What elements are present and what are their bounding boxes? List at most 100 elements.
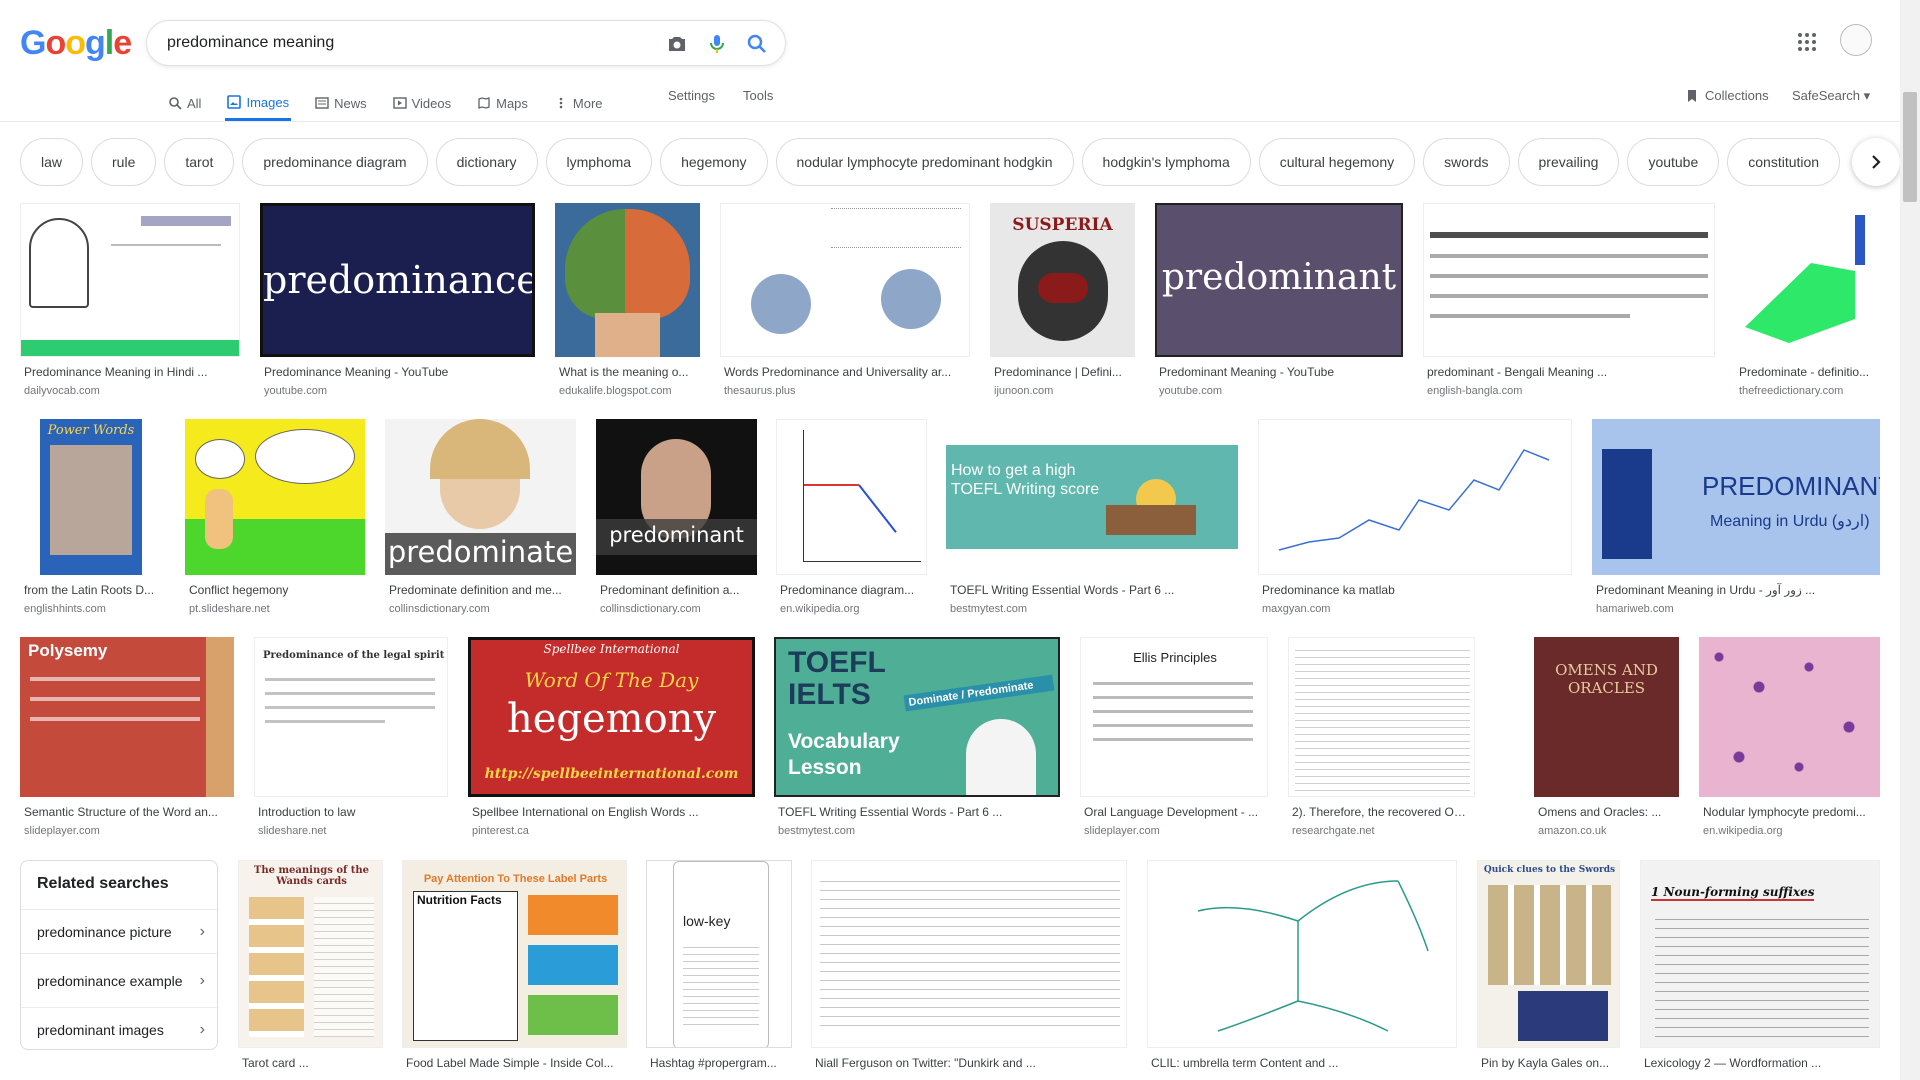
image-result[interactable]: predominant Predominant definition a... … bbox=[596, 419, 757, 619]
chip[interactable]: law bbox=[20, 138, 84, 186]
image-result[interactable]: What is the meaning o... edukalife.blogs… bbox=[555, 203, 700, 403]
image-source[interactable]: collinsdictionary.com bbox=[389, 603, 574, 615]
image-result[interactable]: predominant - Bengali Meaning ... englis… bbox=[1423, 203, 1715, 403]
image-title[interactable]: Semantic Structure of the Word an... bbox=[24, 805, 232, 819]
image-thumbnail[interactable] bbox=[555, 203, 700, 357]
image-title[interactable]: Predominance Meaning - YouTube bbox=[264, 365, 533, 379]
page-scrollbar[interactable] bbox=[1900, 0, 1920, 1080]
image-thumbnail[interactable]: 1 Noun-forming suffixes bbox=[1640, 860, 1880, 1048]
image-result[interactable]: The meanings of the Wands cards Tarot ca… bbox=[238, 860, 383, 1080]
related-search-item[interactable]: predominance example › bbox=[21, 953, 219, 1007]
image-result[interactable]: predominant Predominant Meaning - YouTub… bbox=[1155, 203, 1403, 403]
image-thumbnail[interactable] bbox=[811, 860, 1127, 1048]
image-title[interactable]: TOEFL Writing Essential Words - Part 6 .… bbox=[950, 583, 1236, 597]
safesearch-dropdown[interactable]: SafeSearch ▾ bbox=[1792, 88, 1870, 104]
image-thumbnail[interactable]: TOEFL IELTS Vocabulary Lesson Dominate /… bbox=[774, 637, 1060, 797]
image-source[interactable]: youtube.com bbox=[1159, 385, 1401, 397]
image-title[interactable]: TOEFL Writing Essential Words - Part 6 .… bbox=[778, 805, 1058, 819]
image-source[interactable]: bestmytest.com bbox=[950, 603, 1236, 615]
tools-link[interactable]: Tools bbox=[743, 88, 773, 103]
search-icon[interactable] bbox=[745, 32, 769, 56]
image-title[interactable]: What is the meaning o... bbox=[559, 365, 698, 379]
image-thumbnail[interactable]: Polysemy bbox=[20, 637, 234, 797]
tab-all[interactable]: All bbox=[166, 88, 203, 118]
image-source[interactable]: pt.slideshare.net bbox=[189, 603, 363, 615]
image-thumbnail[interactable]: How to get a high TOEFL Writing score bbox=[946, 419, 1238, 575]
image-thumbnail[interactable]: OMENS AND ORACLES bbox=[1534, 637, 1679, 797]
image-source[interactable]: thesaurus.plus bbox=[724, 385, 968, 397]
image-source[interactable]: amazon.co.uk bbox=[1538, 825, 1677, 837]
image-result[interactable]: Niall Ferguson on Twitter: "Dunkirk and … bbox=[811, 860, 1127, 1080]
tab-videos[interactable]: Videos bbox=[391, 88, 454, 118]
image-result[interactable]: predominance Predominance Meaning - YouT… bbox=[260, 203, 535, 403]
image-thumbnail[interactable]: Power Words bbox=[20, 419, 165, 575]
image-result[interactable]: Pay Attention To These Label Parts Nutri… bbox=[402, 860, 627, 1080]
image-title[interactable]: Predominance Meaning in Hindi ... bbox=[24, 365, 238, 379]
image-thumbnail[interactable] bbox=[1735, 203, 1880, 357]
image-title[interactable]: Predominance ka matlab bbox=[1262, 583, 1570, 597]
image-thumbnail[interactable] bbox=[776, 419, 927, 575]
image-thumbnail[interactable] bbox=[20, 203, 240, 357]
image-result[interactable]: Predominance of the legal spirit Introdu… bbox=[254, 637, 448, 842]
image-source[interactable]: en.wikipedia.org bbox=[780, 603, 925, 615]
image-title[interactable]: Words Predominance and Universality ar..… bbox=[724, 365, 968, 379]
image-thumbnail[interactable]: Ellis Principles bbox=[1080, 637, 1268, 797]
image-source[interactable]: slideplayer.com bbox=[1084, 825, 1266, 837]
image-result[interactable]: Conflict hegemony pt.slideshare.net bbox=[185, 419, 365, 619]
image-result[interactable]: How to get a high TOEFL Writing score TO… bbox=[946, 419, 1238, 619]
image-title[interactable]: Predominant definition a... bbox=[600, 583, 755, 597]
image-result[interactable]: CLIL: umbrella term Content and ... bbox=[1147, 860, 1457, 1080]
image-thumbnail[interactable] bbox=[720, 203, 970, 357]
account-avatar[interactable] bbox=[1840, 24, 1872, 56]
image-result[interactable]: SUSPERIA Predominance | Defini... ijunoo… bbox=[990, 203, 1135, 403]
image-result[interactable]: Ellis Principles Oral Language Developme… bbox=[1080, 637, 1268, 842]
image-source[interactable]: en.wikipedia.org bbox=[1703, 825, 1878, 837]
image-title[interactable]: Predominance diagram... bbox=[780, 583, 925, 597]
chip[interactable]: predominance diagram bbox=[242, 138, 428, 186]
image-result[interactable]: Polysemy Semantic Structure of the Word … bbox=[20, 637, 234, 842]
image-title[interactable]: from the Latin Roots D... bbox=[24, 583, 163, 597]
image-source[interactable]: thefreedictionary.com bbox=[1739, 385, 1878, 397]
image-result[interactable]: Predominance diagram... en.wikipedia.org bbox=[776, 419, 927, 619]
image-title[interactable]: Omens and Oracles: ... bbox=[1538, 805, 1677, 819]
image-source[interactable]: slideplayer.com bbox=[24, 825, 232, 837]
image-thumbnail[interactable]: predominance bbox=[260, 203, 535, 357]
image-result[interactable]: OMENS AND ORACLES Omens and Oracles: ...… bbox=[1534, 637, 1679, 842]
image-result[interactable]: Predominance ka matlab maxgyan.com bbox=[1258, 419, 1572, 619]
image-title[interactable]: Predominance | Defini... bbox=[994, 365, 1133, 379]
image-title[interactable]: Predominate - definitio... bbox=[1739, 365, 1878, 379]
image-source[interactable]: youtube.com bbox=[264, 385, 533, 397]
image-thumbnail[interactable]: Predominance of the legal spirit bbox=[254, 637, 448, 797]
image-thumbnail[interactable] bbox=[1258, 419, 1572, 575]
image-title[interactable]: Predominant Meaning - YouTube bbox=[1159, 365, 1401, 379]
image-thumbnail[interactable] bbox=[1699, 637, 1880, 797]
image-result[interactable]: PREDOMINANT Meaning in Urdu (اردو) Predo… bbox=[1592, 419, 1880, 619]
image-title[interactable]: 2). Therefore, the recovered OTUs ... bbox=[1292, 805, 1473, 819]
image-title[interactable]: Conflict hegemony bbox=[189, 583, 363, 597]
image-title[interactable]: Niall Ferguson on Twitter: "Dunkirk and … bbox=[815, 1056, 1125, 1070]
image-result[interactable]: Spellbee International Word Of The Day h… bbox=[468, 637, 755, 842]
image-title[interactable]: Pin by Kayla Gales on... bbox=[1481, 1056, 1618, 1070]
image-result[interactable]: Predominate - definitio... thefreedictio… bbox=[1735, 203, 1880, 403]
image-source[interactable]: edukalife.blogspot.com bbox=[559, 385, 698, 397]
image-source[interactable]: pinterest.ca bbox=[472, 825, 753, 837]
image-thumbnail[interactable]: SUSPERIA bbox=[990, 203, 1135, 357]
tab-more[interactable]: More bbox=[552, 88, 605, 118]
search-box[interactable]: predominance meaning bbox=[146, 20, 786, 66]
image-thumbnail[interactable]: The meanings of the Wands cards bbox=[238, 860, 383, 1048]
camera-icon[interactable] bbox=[665, 32, 689, 56]
image-source[interactable]: dailyvocab.com bbox=[24, 385, 238, 397]
image-thumbnail[interactable] bbox=[1423, 203, 1715, 357]
image-thumbnail[interactable] bbox=[185, 419, 365, 575]
image-thumbnail[interactable]: predominant bbox=[596, 419, 757, 575]
settings-link[interactable]: Settings bbox=[668, 88, 715, 103]
image-thumbnail[interactable]: low-key bbox=[646, 860, 792, 1048]
image-source[interactable]: englishhints.com bbox=[24, 603, 163, 615]
image-title[interactable]: Predominate definition and me... bbox=[389, 583, 574, 597]
image-result[interactable]: 1 Noun-forming suffixes Lexicology 2 — W… bbox=[1640, 860, 1880, 1080]
chip[interactable]: lymphoma bbox=[545, 138, 653, 186]
image-title[interactable]: Nodular lymphocyte predomi... bbox=[1703, 805, 1878, 819]
chip[interactable]: constitution bbox=[1727, 138, 1841, 186]
related-search-item[interactable]: predominant images › bbox=[21, 1007, 219, 1051]
image-source[interactable]: bestmytest.com bbox=[778, 825, 1058, 837]
